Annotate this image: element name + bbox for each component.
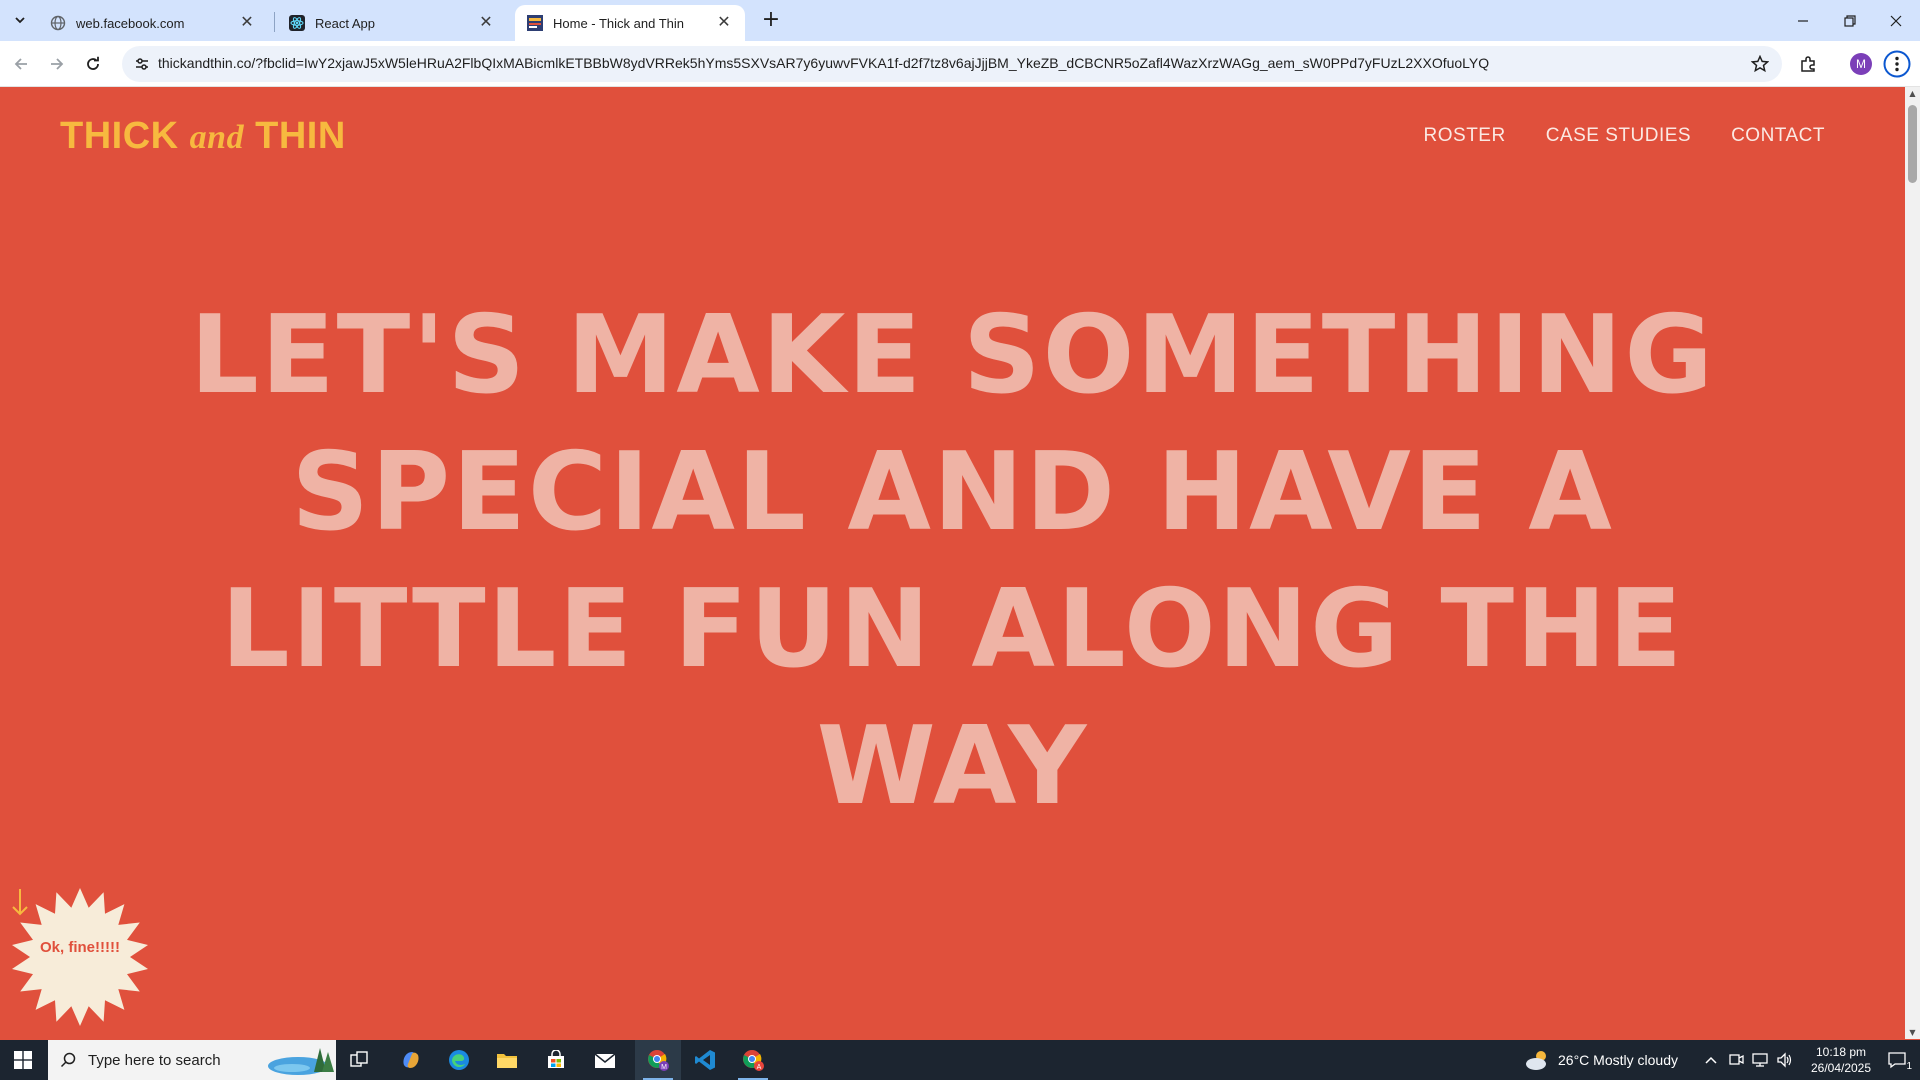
- nav-contact[interactable]: CONTACT: [1731, 125, 1825, 147]
- scrollbar-thumb[interactable]: [1908, 105, 1917, 183]
- browser-tab-strip: web.facebook.com ✕ React App ✕ Home - Th…: [0, 0, 1920, 41]
- restore-icon[interactable]: [1827, 0, 1873, 41]
- browser-toolbar: thickandthin.co/?fbclid=IwY2xjawJ5xW5leH…: [0, 41, 1920, 87]
- cloudy-weather-icon: [1526, 1051, 1546, 1070]
- starburst-shape: [12, 888, 148, 1026]
- nav-case-studies[interactable]: CASE STUDIES: [1546, 125, 1691, 147]
- show-hidden-icons-chevron-icon[interactable]: [1704, 1055, 1718, 1065]
- scroll-down-arrow-icon[interactable]: ▼: [1908, 1028, 1917, 1037]
- new-tab-button[interactable]: +: [758, 8, 784, 34]
- tab-facebook[interactable]: web.facebook.com ✕: [38, 5, 268, 41]
- copilot-icon[interactable]: [388, 1040, 434, 1080]
- react-icon: [289, 15, 305, 31]
- hero-headline: LET'S MAKE SOMETHING SPECIAL AND HAVE A …: [190, 293, 1715, 829]
- nav-roster[interactable]: ROSTER: [1424, 125, 1506, 147]
- profile-avatar[interactable]: M: [1847, 50, 1875, 78]
- browser-menu-icon[interactable]: [1883, 50, 1911, 78]
- search-highlight-image: [268, 1048, 334, 1075]
- notifications-icon[interactable]: 1: [1874, 1040, 1920, 1080]
- site-settings-icon[interactable]: [130, 52, 154, 76]
- windows-taskbar: Type here to search M A 26°C Mostly clou…: [0, 1040, 1920, 1080]
- notification-count: 1: [1906, 1061, 1912, 1072]
- tab-title: React App: [315, 15, 375, 31]
- address-bar[interactable]: thickandthin.co/?fbclid=IwY2xjawJ5xW5leH…: [122, 46, 1782, 82]
- tab-react-app[interactable]: React App ✕: [277, 5, 507, 41]
- close-tab-icon[interactable]: ✕: [238, 14, 256, 32]
- chrome-profile-m-icon[interactable]: M: [635, 1040, 681, 1080]
- close-tab-icon[interactable]: ✕: [715, 14, 733, 32]
- mail-icon[interactable]: [582, 1040, 628, 1080]
- taskbar-search-box[interactable]: Type here to search: [48, 1040, 336, 1080]
- site-favicon: [527, 15, 543, 31]
- extensions-icon[interactable]: [1794, 50, 1822, 78]
- tab-thick-and-thin[interactable]: Home - Thick and Thin ✕: [515, 5, 745, 41]
- web-page: THICK and THIN ROSTER CASE STUDIES CONTA…: [0, 87, 1905, 1039]
- vscode-icon[interactable]: [682, 1040, 728, 1080]
- svg-text:M: M: [661, 1064, 667, 1071]
- logo-and: and: [189, 119, 245, 156]
- tab-title: Home - Thick and Thin: [553, 15, 685, 31]
- back-button[interactable]: [6, 49, 36, 79]
- volume-icon[interactable]: [1776, 1052, 1794, 1068]
- forward-button[interactable]: [42, 49, 72, 79]
- logo-thick: THICK: [60, 115, 179, 157]
- taskbar-clock[interactable]: 10:18 pm 26/04/2025: [1806, 1044, 1876, 1076]
- site-logo[interactable]: THICK and THIN: [60, 115, 346, 158]
- scroll-up-arrow-icon[interactable]: ▲: [1908, 89, 1917, 98]
- page-scrollbar[interactable]: ▲ ▼: [1905, 87, 1920, 1039]
- bookmark-star-icon[interactable]: [1748, 52, 1772, 76]
- search-icon: [60, 1052, 76, 1068]
- weather-text: 26°C Mostly cloudy: [1558, 1052, 1678, 1068]
- system-tray: [1704, 1040, 1794, 1080]
- tab-title: web.facebook.com: [76, 15, 185, 31]
- burst-label: Ok, fine!!!!!: [40, 939, 120, 956]
- edge-icon[interactable]: [436, 1040, 482, 1080]
- tab-search-chevron-icon[interactable]: [8, 8, 32, 32]
- clock-time: 10:18 pm: [1815, 1045, 1867, 1059]
- scroll-down-burst-button[interactable]: Ok, fine!!!!!: [10, 887, 150, 1027]
- minimize-icon[interactable]: [1780, 0, 1826, 41]
- logo-thin: THIN: [255, 115, 346, 157]
- close-window-icon[interactable]: [1873, 0, 1919, 41]
- url-text[interactable]: thickandthin.co/?fbclid=IwY2xjawJ5xW5leH…: [158, 55, 1718, 71]
- windows-start-icon[interactable]: [0, 1040, 46, 1080]
- globe-icon: [50, 15, 66, 31]
- clock-date: 26/04/2025: [1810, 1061, 1872, 1075]
- site-nav: ROSTER CASE STUDIES CONTACT: [1424, 125, 1825, 147]
- tab-divider: [274, 12, 275, 32]
- network-icon[interactable]: [1752, 1052, 1770, 1068]
- microsoft-store-icon[interactable]: [533, 1040, 579, 1080]
- chrome-profile-a-icon[interactable]: A: [730, 1040, 776, 1080]
- close-tab-icon[interactable]: ✕: [477, 14, 495, 32]
- search-placeholder: Type here to search: [88, 1051, 221, 1069]
- svg-text:A: A: [757, 1064, 762, 1071]
- task-view-icon[interactable]: [336, 1040, 382, 1080]
- reload-button[interactable]: [78, 49, 108, 79]
- file-explorer-icon[interactable]: [484, 1040, 530, 1080]
- meet-now-icon[interactable]: [1728, 1052, 1744, 1068]
- weather-widget[interactable]: 26°C Mostly cloudy: [1524, 1040, 1678, 1080]
- arrow-down-icon: [12, 889, 28, 916]
